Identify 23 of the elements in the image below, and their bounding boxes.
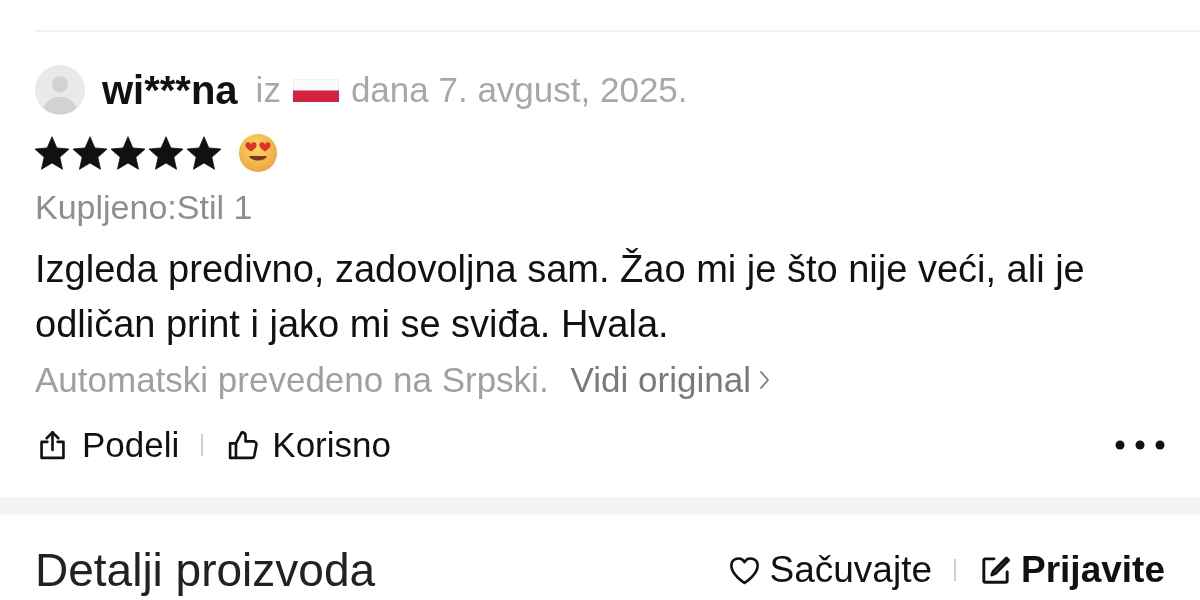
section-title: Detalji proizvoda: [35, 543, 376, 598]
more-button[interactable]: [1115, 440, 1165, 450]
purchased-variant: Kupljeno:Stil 1: [35, 187, 254, 227]
save-button[interactable]: Sačuvajte: [726, 548, 932, 592]
review-text: Izgleda predivno, zadovoljna sam. Žao mi je što nije veći, ali je odličan print i jako mi se sviđa. Hvala.: [35, 247, 1086, 347]
reviewer-name: wi***na: [102, 68, 238, 112]
star-icon: [187, 136, 221, 170]
report-button[interactable]: Prijavite: [978, 548, 1165, 592]
chevron-right-icon: [758, 370, 770, 390]
star-icon: [111, 136, 145, 170]
view-original-link[interactable]: Vidi original: [570, 360, 770, 400]
star-icon: [35, 136, 69, 170]
translation-note: Automatski prevedeno na Srpski.: [35, 360, 549, 400]
avatar-icon: [35, 65, 85, 115]
helpful-button[interactable]: Korisno: [225, 423, 391, 467]
heart-eyes-emoji-icon: [239, 134, 277, 172]
star-icon: [73, 136, 107, 170]
flag-icon: [292, 78, 339, 102]
star-icon: [149, 136, 183, 170]
more-icon: [1115, 440, 1165, 450]
share-button[interactable]: Podeli: [35, 423, 180, 467]
from-label: iz: [255, 69, 281, 111]
review-date: dana 7. avgust, 2025.: [350, 69, 688, 111]
